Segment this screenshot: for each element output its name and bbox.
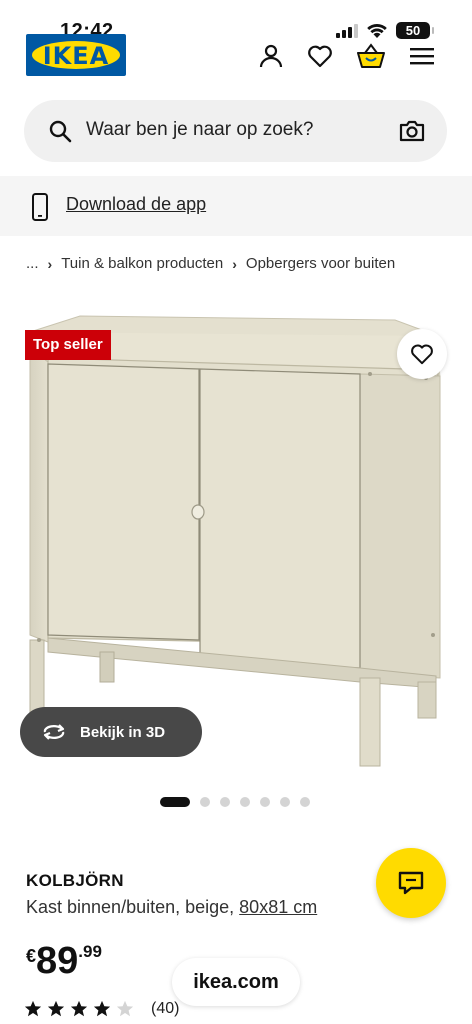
carousel-dot[interactable] xyxy=(300,797,310,807)
product-description-text: Kast binnen/buiten, beige, xyxy=(26,897,240,917)
ikea-logo[interactable]: IKEA xyxy=(26,34,126,76)
star-empty-icon xyxy=(116,1000,134,1017)
browser-url-bar[interactable]: ikea.com xyxy=(172,958,300,1006)
download-app-link[interactable]: Download de app xyxy=(66,194,206,215)
chevron-right-icon: › xyxy=(232,255,237,272)
search-bar[interactable]: Waar ben je naar op zoek? xyxy=(24,100,447,162)
battery-indicator: 50 xyxy=(396,22,434,39)
star-filled-icon xyxy=(70,1000,88,1017)
star-filled-icon xyxy=(24,1000,42,1017)
breadcrumb: ... › Tuin & balkon producten › Opberger… xyxy=(26,255,395,272)
carousel-dot-active[interactable] xyxy=(160,797,190,807)
menu-icon[interactable] xyxy=(408,42,436,70)
product-size-link[interactable]: 80x81 cm xyxy=(239,897,317,917)
search-input[interactable]: Waar ben je naar op zoek? xyxy=(86,119,313,141)
carousel-dot[interactable] xyxy=(200,797,210,807)
price-cents: .99 xyxy=(78,942,102,961)
chevron-right-icon: › xyxy=(47,255,53,272)
star-filled-icon xyxy=(93,1000,111,1017)
top-seller-badge: Top seller xyxy=(25,330,111,360)
phone-icon xyxy=(32,193,48,221)
favorite-button[interactable] xyxy=(397,329,447,379)
product-description: Kast binnen/buiten, beige, 80x81 cm xyxy=(26,897,317,918)
carousel-dot[interactable] xyxy=(240,797,250,807)
carousel-dot[interactable] xyxy=(280,797,290,807)
breadcrumb-item-tuin-balkon[interactable]: Tuin & balkon producten xyxy=(61,255,223,272)
view-in-3d-label: Bekijk in 3D xyxy=(80,723,166,741)
product-price: € 89 .99 xyxy=(26,940,102,982)
camera-icon[interactable] xyxy=(399,119,425,143)
carousel-dots xyxy=(160,797,320,807)
user-icon[interactable] xyxy=(257,42,285,70)
signal-icon xyxy=(336,24,358,38)
view-in-3d-button[interactable]: Bekijk in 3D xyxy=(20,707,202,757)
chat-icon xyxy=(398,871,424,895)
product-name: KOLBJÖRN xyxy=(26,871,124,890)
rating-count: (40) xyxy=(151,1000,180,1017)
product-rating[interactable]: (40) xyxy=(24,1000,179,1018)
heart-icon[interactable] xyxy=(306,42,334,70)
basket-icon[interactable] xyxy=(357,42,385,70)
wifi-icon xyxy=(367,23,387,38)
breadcrumb-ellipsis[interactable]: ... xyxy=(26,255,39,272)
price-currency: € xyxy=(26,946,37,966)
star-filled-icon xyxy=(47,1000,65,1017)
carousel-dot[interactable] xyxy=(220,797,230,807)
heart-icon xyxy=(411,344,433,365)
chat-button[interactable] xyxy=(376,848,446,918)
price-main: 89 xyxy=(36,940,79,982)
breadcrumb-item-opbergers[interactable]: Opbergers voor buiten xyxy=(246,255,395,272)
carousel-dot[interactable] xyxy=(260,797,270,807)
download-app-banner[interactable]: Download de app xyxy=(0,176,472,236)
logo-text: IKEA xyxy=(42,42,110,70)
rotate-3d-icon xyxy=(43,724,65,740)
search-icon[interactable] xyxy=(48,119,72,143)
